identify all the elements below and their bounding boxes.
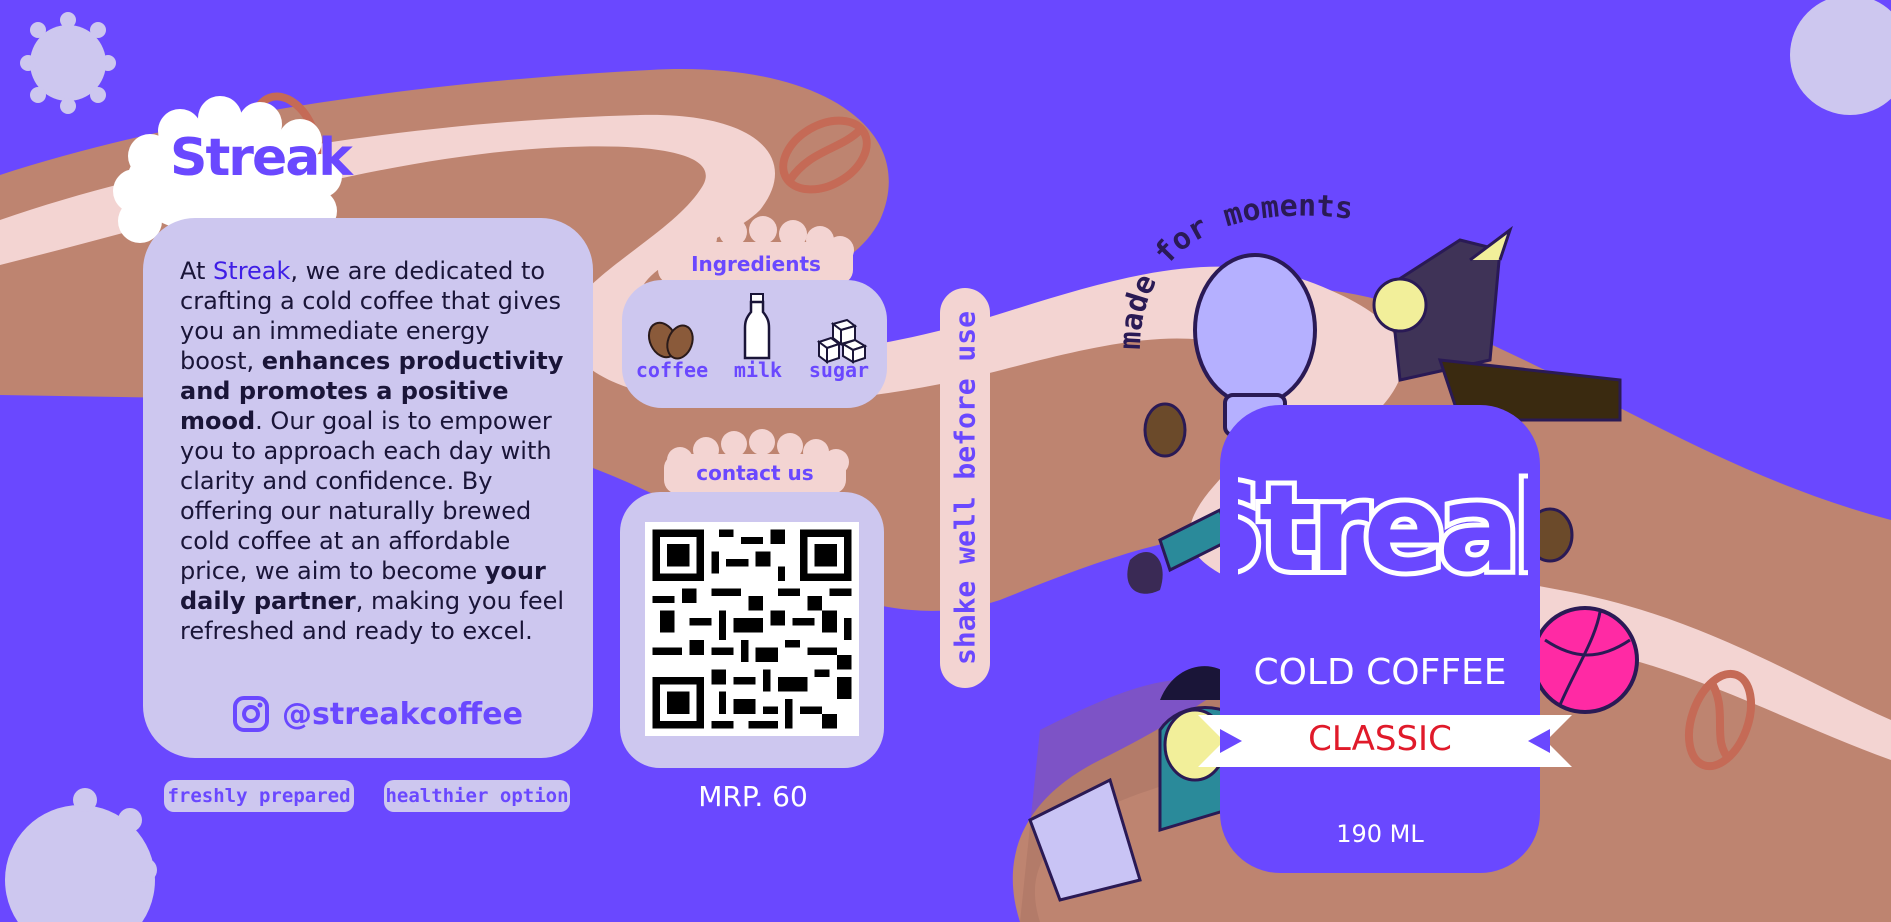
qr-code-icon[interactable] bbox=[645, 522, 859, 736]
instagram-handle: @streakcoffee bbox=[282, 696, 523, 732]
brand-logo-large: Streak Streak bbox=[1238, 455, 1528, 604]
product-variant: CLASSIC bbox=[1308, 719, 1452, 759]
product-name: COLD COFFEE bbox=[1253, 652, 1507, 693]
instagram-icon bbox=[233, 696, 269, 732]
contact-title: contact us bbox=[696, 461, 814, 485]
svg-text:made for moments: made for moments bbox=[1113, 189, 1355, 351]
ingredient-sugar-label: sugar bbox=[808, 358, 870, 382]
price-label: MRP. 60 bbox=[698, 780, 808, 813]
brand-logo-large-fill: Streak bbox=[1238, 460, 1528, 599]
mission-statement: At Streak, we are dedicated to crafting … bbox=[180, 257, 565, 645]
instagram-link[interactable]: @streakcoffee bbox=[232, 694, 523, 734]
milk-bottle-icon bbox=[743, 293, 771, 360]
tagline-arc: made for moments bbox=[1113, 189, 1355, 351]
product-volume: 190 ML bbox=[1336, 820, 1424, 848]
mission-brand-word: Streak bbox=[213, 257, 291, 285]
brand-logo-small: Streak bbox=[170, 128, 353, 188]
ingredients-title: Ingredients bbox=[691, 252, 821, 276]
tagline-text: made for moments bbox=[1113, 189, 1355, 351]
badge-healthier-option: healthier option bbox=[384, 780, 570, 812]
badge-freshly-prepared: freshly prepared bbox=[164, 780, 354, 812]
ingredient-milk-label: milk bbox=[733, 358, 783, 382]
ingredient-coffee-label: coffee bbox=[635, 358, 709, 382]
shake-note-text: shake well before use bbox=[948, 310, 982, 666]
coffee-bean-icon bbox=[647, 321, 694, 360]
